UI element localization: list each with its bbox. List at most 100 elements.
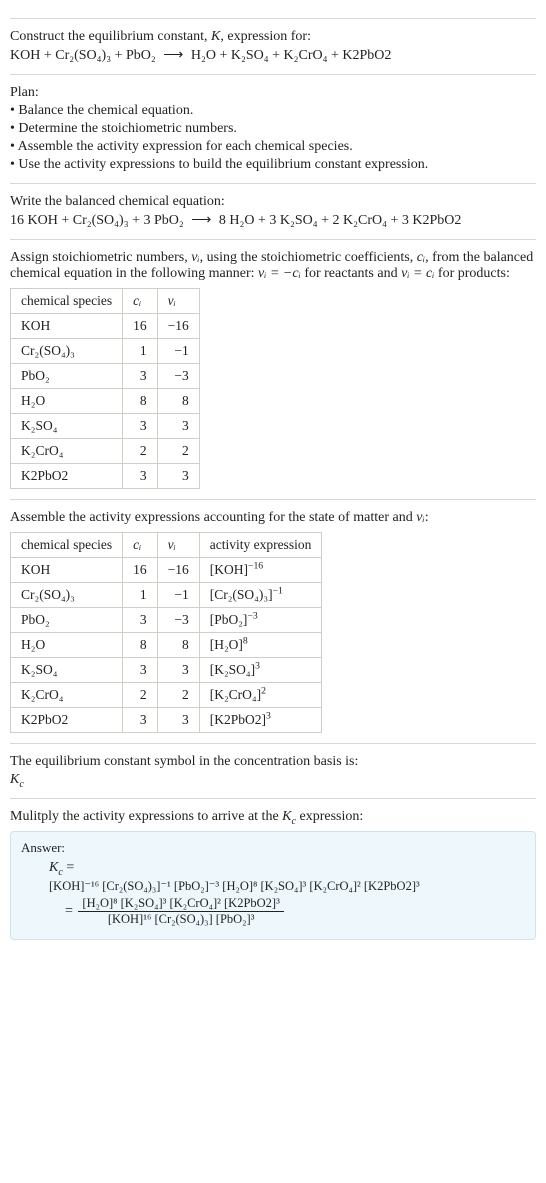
intro-text-a: Construct the equilibrium constant, [10,29,211,44]
cell-ci: 3 [123,464,158,489]
act-base: [K₂SO₄] [210,662,255,677]
cell-species: H₂O [11,633,123,658]
stoich-text: Assign stoichiometric numbers, νᵢ, using… [10,250,536,282]
arrow-icon: ⟶ [187,213,215,228]
cell-species: K2PbO2 [11,464,123,489]
answer-line2: [KOH]⁻¹⁶ [Cr₂(SO₄)₃]⁻¹ [PbO₂]⁻³ [H₂O]⁸ [… [21,878,525,894]
act-base: [Cr₂(SO₄)₃] [210,587,273,602]
act-exp: −1 [273,586,283,597]
stoich-rel2: νᵢ = cᵢ [401,266,434,281]
cell-species: Cr₂(SO₄)₃ [11,583,123,608]
cell-species: H₂O [11,389,123,414]
act-exp: −16 [248,561,263,572]
cell-ci: 2 [123,683,158,708]
cell-ci: 3 [123,414,158,439]
cell-nui: 2 [157,439,199,464]
cell-ci: 1 [123,339,158,364]
table-row: K2PbO233[K2PbO2]3 [11,708,322,733]
cell-activity: [KOH]−16 [199,558,322,583]
cell-species: K₂CrO₄ [11,683,123,708]
stoich-rel1: νᵢ = −cᵢ [258,266,301,281]
intro-eq-rhs: H₂O + K₂SO₄ + K₂CrO₄ + K2PbO2 [191,48,392,63]
cell-nui: −1 [157,339,199,364]
intro-K: K [211,29,220,44]
symbol-text: The equilibrium constant symbol in the c… [10,754,536,770]
act-base: [H₂O] [210,637,243,652]
activity-heading-b: : [425,510,429,525]
activity-nu: νᵢ [416,510,424,525]
cell-nui: −16 [157,314,199,339]
cell-nui: −1 [157,583,199,608]
th-nui: νᵢ [157,533,199,558]
table-row: Cr₂(SO₄)₃1−1 [11,339,200,364]
cell-nui: 8 [157,633,199,658]
act-base: [K2PbO2] [210,712,266,727]
table-row: KOH16−16[KOH]−16 [11,558,322,583]
table-row: Cr₂(SO₄)₃1−1[Cr₂(SO₄)₃]−1 [11,583,322,608]
symbol-kc: Kc [10,772,536,788]
stoich-c: cᵢ [417,250,425,265]
activity-heading: Assemble the activity expressions accoun… [10,510,536,526]
th-ci: cᵢ [123,289,158,314]
kc-k: K [282,809,291,824]
cell-nui: 3 [157,414,199,439]
table-row: K₂CrO₄22 [11,439,200,464]
fraction: [H₂O]⁸ [K₂SO₄]³ [K₂CrO₄]² [K2PbO2]³ [KOH… [78,896,283,927]
cell-activity: [Cr₂(SO₄)₃]−1 [199,583,322,608]
cell-ci: 16 [123,314,158,339]
cell-species: PbO₂ [11,608,123,633]
intro-line1: Construct the equilibrium constant, K, e… [10,29,536,45]
intro-equation: KOH + Cr₂(SO₄)₃ + PbO₂ ⟶ H₂O + K₂SO₄ + K… [10,47,536,64]
cell-nui: −3 [157,364,199,389]
kc-c: c [19,779,23,790]
table-row: PbO₂3−3 [11,364,200,389]
balanced-heading: Write the balanced chemical equation: [10,194,536,210]
act-exp: 8 [243,636,248,647]
act-exp: 2 [261,686,266,697]
plan-section: Plan: • Balance the chemical equation. •… [10,74,536,173]
act-exp: 3 [266,711,271,722]
cell-activity: [K2PbO2]3 [199,708,322,733]
cell-nui: −3 [157,608,199,633]
final-heading: Mulitply the activity expressions to arr… [10,809,536,825]
table-row: H₂O88 [11,389,200,414]
cell-nui: 3 [157,464,199,489]
final-kc: Kc [282,809,296,824]
cell-ci: 2 [123,439,158,464]
cell-species: KOH [11,314,123,339]
act-base: [KOH] [210,562,248,577]
cell-ci: 1 [123,583,158,608]
answer-line3: = [H₂O]⁸ [K₂SO₄]³ [K₂CrO₄]² [K2PbO2]³ [K… [21,896,525,927]
cell-ci: 3 [123,658,158,683]
final-heading-a: Mulitply the activity expressions to arr… [10,809,282,824]
balanced-lhs: 16 KOH + Cr₂(SO₄)₃ + 3 PbO₂ [10,213,184,228]
cell-nui: −16 [157,558,199,583]
table-row: H₂O 8 8[H₂O]8 [11,633,322,658]
table-row: K₂SO₄33 [11,414,200,439]
cell-nui: 3 [157,658,199,683]
cell-ci: 3 [123,364,158,389]
frac-num: [H₂O]⁸ [K₂SO₄]³ [K₂CrO₄]² [K2PbO2]³ [78,896,283,912]
activity-section: Assemble the activity expressions accoun… [10,499,536,733]
table-row: K2PbO233 [11,464,200,489]
final-heading-b: expression: [296,809,363,824]
cell-nui: 2 [157,683,199,708]
symbol-section: The equilibrium constant symbol in the c… [10,743,536,788]
table-row: PbO₂3−3[PbO₂]−3 [11,608,322,633]
activity-heading-a: Assemble the activity expressions accoun… [10,510,416,525]
activity-table: chemical species cᵢ νᵢ activity expressi… [10,532,322,733]
stoich-e: for products: [434,266,509,281]
eq-sign: = [63,860,74,875]
cell-species: PbO₂ [11,364,123,389]
act-exp: −3 [247,611,257,622]
table-row: K₂SO₄33[K₂SO₄]3 [11,658,322,683]
table-header-row: chemical species cᵢ νᵢ activity expressi… [11,533,322,558]
cell-ci: 3 [123,608,158,633]
cell-species: K₂CrO₄ [11,439,123,464]
plan-b2: • Determine the stoichiometric numbers. [10,121,536,137]
stoich-d: for reactants and [301,266,401,281]
stoich-a: Assign stoichiometric numbers, [10,250,191,265]
cell-activity: [H₂O]8 [199,633,322,658]
answer-line1: Kc = [21,860,525,876]
stoich-table: chemical species cᵢ νᵢ KOH16−16 Cr₂(SO₄)… [10,288,200,489]
